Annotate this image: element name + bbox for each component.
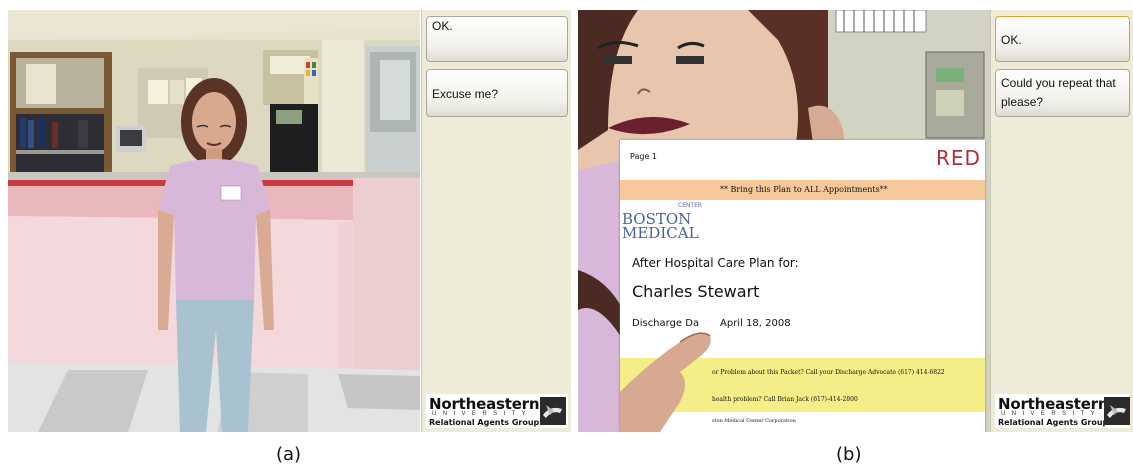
handshake-icon — [540, 397, 566, 425]
scene-a-nurse-station — [8, 10, 420, 432]
doc-banner-text: ** Bring this Plan to ALL Appointments** — [720, 185, 888, 194]
hospital-tag: CENTER — [678, 202, 703, 209]
option-ok-button[interactable]: OK. — [995, 16, 1130, 62]
dialog-sidebar-a: OK. Excuse me? Northeastern UNIVERSITY R… — [421, 10, 571, 432]
logo-university: UNIVERSITY — [432, 411, 533, 417]
discharge-plan-document: Page 1 RED ** Bring this Plan to ALL App… — [620, 140, 985, 432]
caption-a: (a) — [276, 444, 302, 465]
doc-page-number: Page 1 — [630, 152, 657, 161]
northeastern-logo: Northeastern UNIVERSITY Relational Agent… — [995, 394, 1130, 428]
hospital-name-line2: MEDICAL — [622, 224, 699, 242]
pointing-finger — [620, 332, 711, 432]
dialog-sidebar-b: OK. Could you repeat that please? Northe… — [990, 10, 1133, 432]
option-repeat-button[interactable]: Could you repeat that please? — [995, 69, 1130, 117]
logo-group: Relational Agents Group — [429, 418, 540, 427]
handshake-icon — [1104, 397, 1130, 425]
care-plan-heading: After Hospital Care Plan for: — [632, 256, 799, 270]
panel-b: Page 1 RED ** Bring this Plan to ALL App… — [578, 10, 1133, 432]
northeastern-logo: Northeastern UNIVERSITY Relational Agent… — [426, 394, 568, 428]
red-logo: RED — [936, 146, 981, 170]
logo-university: UNIVERSITY — [1001, 411, 1102, 417]
footer-line-1: or Problem about this Packet? Call your … — [712, 369, 945, 376]
logo-group: Relational Agents Group — [998, 418, 1109, 427]
panel-a: OK. Excuse me? Northeastern UNIVERSITY R… — [8, 10, 571, 432]
option-ok-button[interactable]: OK. — [426, 16, 568, 62]
caption-b: (b) — [836, 444, 862, 465]
option-excuse-me-button[interactable]: Excuse me? — [426, 69, 568, 117]
